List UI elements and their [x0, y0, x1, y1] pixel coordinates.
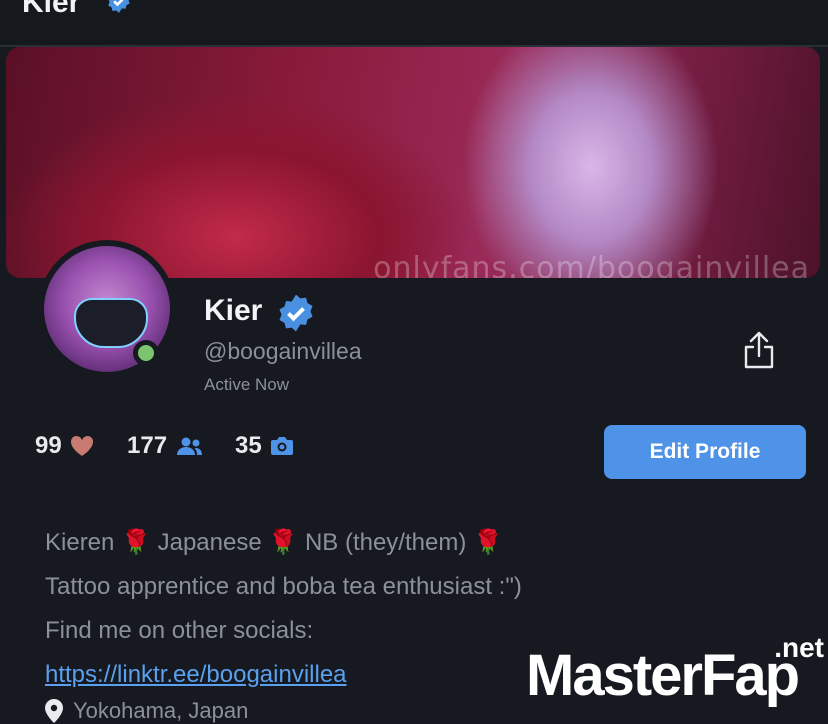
likes-stat: 99 — [35, 432, 94, 460]
photos-count: 35 — [235, 432, 262, 459]
bio-link[interactable]: https://linktr.ee/boogainvillea — [45, 661, 347, 688]
subscribers-count: 177 — [127, 432, 168, 459]
location-pin-icon — [45, 699, 63, 723]
bio-line-2: Tattoo apprentice and boba tea enthusias… — [45, 573, 522, 600]
rose-icon: 🌹 — [121, 529, 151, 556]
location: Yokohama, Japan — [45, 698, 248, 724]
camera-icon — [270, 437, 293, 455]
edit-profile-button[interactable]: Edit Profile — [604, 425, 806, 479]
site-watermark: .net MasterFap — [526, 632, 828, 712]
rose-icon: 🌹 — [268, 529, 299, 556]
bio-line-1: Kieren 🌹 Japanese 🌹 NB (they/them) 🌹 — [45, 521, 522, 565]
bio-text: NB (they/them) — [304, 529, 467, 556]
watermark-logo: MasterFap — [526, 643, 800, 708]
bio-line-3: Find me on other socials: — [45, 617, 314, 644]
bio-text: Kieren — [45, 529, 115, 556]
photos-stat: 35 — [235, 432, 294, 460]
users-icon — [177, 437, 203, 455]
profile-bio: Kieren 🌹 Japanese 🌹 NB (they/them) 🌹 Tat… — [45, 521, 522, 697]
location-text: Yokohama, Japan — [73, 698, 249, 723]
online-status-dot — [133, 340, 159, 366]
top-bar: Kier — [0, 0, 828, 47]
subscribers-stat: 177 — [127, 432, 203, 460]
profile-handle: @boogainvillea — [204, 338, 362, 364]
verified-badge-icon — [108, 0, 130, 13]
share-icon[interactable] — [742, 330, 776, 370]
active-status: Active Now — [204, 375, 290, 394]
rose-icon: 🌹 — [473, 529, 503, 556]
header-title: Kier — [22, 0, 81, 19]
bio-text: Japanese — [157, 529, 262, 556]
verified-badge-icon — [279, 294, 313, 332]
likes-count: 99 — [35, 432, 62, 459]
banner-watermark: onlyfans.com/boogainvillea — [373, 251, 810, 278]
avatar-mask-graphic — [74, 298, 148, 348]
heart-icon — [70, 435, 93, 456]
profile-name: Kier — [204, 294, 263, 327]
